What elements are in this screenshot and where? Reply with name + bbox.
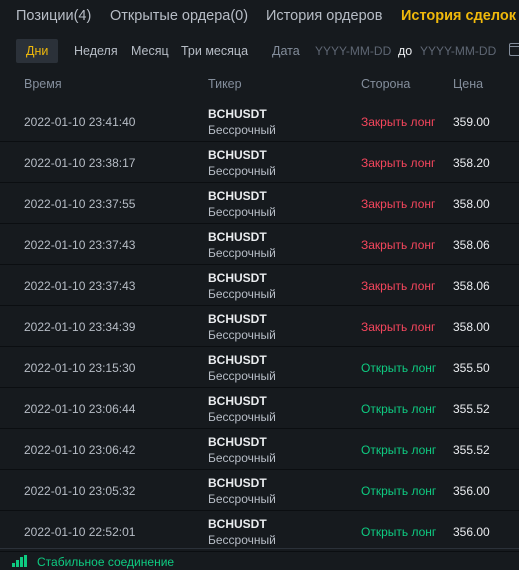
- trade-contract-type: Бессрочный: [208, 205, 276, 219]
- trade-symbol: BCHUSDT: [208, 189, 267, 203]
- trade-time: 2022-01-10 23:41:40: [24, 115, 136, 129]
- trade-contract-type: Бессрочный: [208, 328, 276, 342]
- trade-contract-type: Бессрочный: [208, 287, 276, 301]
- trade-side: Открыть лонг: [361, 443, 437, 457]
- trade-price: 355.50: [453, 361, 490, 375]
- trade-contract-type: Бессрочный: [208, 533, 276, 547]
- trade-time: 2022-01-10 22:52:01: [24, 525, 136, 539]
- trade-row: 2022-01-10 23:37:43 BCHUSDT Бессрочный Закр…: [0, 266, 519, 306]
- column-time: Время: [24, 77, 62, 91]
- trade-contract-type: Бессрочный: [208, 246, 276, 260]
- trade-price: 358.06: [453, 279, 490, 293]
- trade-symbol: BCHUSDT: [208, 271, 267, 285]
- trade-row: 2022-01-10 23:41:40 BCHUSDT Бессрочный Закр…: [0, 102, 519, 142]
- column-price: Цена: [453, 77, 484, 91]
- trade-time: 2022-01-10 23:06:44: [24, 402, 136, 416]
- trade-price: 359.00: [453, 115, 490, 129]
- trade-row: 2022-01-10 22:52:01 BCHUSDT Бессрочный Откр…: [0, 512, 519, 552]
- tab-trade-history[interactable]: История сделок: [401, 8, 516, 24]
- trade-time: 2022-01-10 23:05:32: [24, 484, 136, 498]
- signal-icon: [12, 555, 28, 567]
- trade-symbol: BCHUSDT: [208, 230, 267, 244]
- period-days-button[interactable]: Дни: [16, 39, 59, 63]
- trade-time: 2022-01-10 23:15:30: [24, 361, 136, 375]
- trade-side: Закрыть лонг: [361, 115, 436, 129]
- trade-price: 358.20: [453, 156, 490, 170]
- column-side: Сторона: [361, 77, 411, 91]
- trade-side: Закрыть лонг: [361, 197, 436, 211]
- trade-price: 358.06: [453, 238, 490, 252]
- trade-row: 2022-01-10 23:15:30 BCHUSDT Бессрочный Откр…: [0, 348, 519, 388]
- trade-side: Открыть лонг: [361, 484, 437, 498]
- period-month-button[interactable]: Месяц: [131, 39, 169, 63]
- date-label: Дата: [272, 44, 300, 58]
- trade-contract-type: Бессрочный: [208, 369, 276, 383]
- trade-side: Открыть лонг: [361, 361, 437, 375]
- trade-side: Закрыть лонг: [361, 279, 436, 293]
- tab-open-orders[interactable]: Открытые ордера(0): [110, 8, 248, 24]
- trade-price: 355.52: [453, 402, 490, 416]
- trade-time: 2022-01-10 23:34:39: [24, 320, 136, 334]
- trade-time: 2022-01-10 23:37:55: [24, 197, 136, 211]
- trade-symbol: BCHUSDT: [208, 148, 267, 162]
- trade-time: 2022-01-10 23:37:43: [24, 279, 136, 293]
- trade-time: 2022-01-10 23:38:17: [24, 156, 136, 170]
- date-separator: до: [398, 44, 413, 58]
- trade-row: 2022-01-10 23:37:43 BCHUSDT Бессрочный Закр…: [0, 225, 519, 265]
- trade-row: 2022-01-10 23:06:42 BCHUSDT Бессрочный Откр…: [0, 430, 519, 470]
- trade-symbol: BCHUSDT: [208, 517, 267, 531]
- trade-symbol: BCHUSDT: [208, 353, 267, 367]
- trade-contract-type: Бессрочный: [208, 123, 276, 137]
- trade-price: 358.00: [453, 197, 490, 211]
- trade-price: 356.00: [453, 484, 490, 498]
- trade-contract-type: Бессрочный: [208, 492, 276, 506]
- trade-side: Закрыть лонг: [361, 320, 436, 334]
- calendar-icon[interactable]: [509, 43, 519, 56]
- trade-time: 2022-01-10 23:37:43: [24, 238, 136, 252]
- trade-symbol: BCHUSDT: [208, 107, 267, 121]
- trade-symbol: BCHUSDT: [208, 435, 267, 449]
- table-header: Время Тикер Сторона Цена: [0, 68, 519, 102]
- date-to-input[interactable]: [420, 39, 500, 63]
- tab-order-history[interactable]: История ордеров: [266, 8, 382, 24]
- date-from-input[interactable]: [315, 39, 395, 63]
- column-ticker: Тикер: [208, 77, 242, 91]
- trade-row: 2022-01-10 23:38:17 BCHUSDT Бессрочный Закр…: [0, 143, 519, 183]
- trade-side: Закрыть лонг: [361, 238, 436, 252]
- trade-contract-type: Бессрочный: [208, 451, 276, 465]
- trade-price: 358.00: [453, 320, 490, 334]
- trade-side: Открыть лонг: [361, 402, 437, 416]
- trade-symbol: BCHUSDT: [208, 312, 267, 326]
- trade-price: 356.00: [453, 525, 490, 539]
- trade-symbol: BCHUSDT: [208, 476, 267, 490]
- trade-contract-type: Бессрочный: [208, 410, 276, 424]
- trade-side: Закрыть лонг: [361, 156, 436, 170]
- trade-row: 2022-01-10 23:34:39 BCHUSDT Бессрочный Закр…: [0, 307, 519, 347]
- status-bar: Стабильное соединение: [0, 548, 519, 570]
- trade-contract-type: Бессрочный: [208, 164, 276, 178]
- connection-status: Стабильное соединение: [37, 555, 175, 569]
- period-three-months-button[interactable]: Три месяца: [181, 39, 248, 63]
- period-week-button[interactable]: Неделя: [74, 39, 118, 63]
- tab-positions[interactable]: Позиции(4): [16, 8, 91, 24]
- tab-bar: Позиции(4) Открытые ордера(0) История ор…: [0, 0, 519, 34]
- trade-symbol: BCHUSDT: [208, 394, 267, 408]
- trade-row: 2022-01-10 23:05:32 BCHUSDT Бессрочный Откр…: [0, 471, 519, 511]
- trade-time: 2022-01-10 23:06:42: [24, 443, 136, 457]
- trade-price: 355.52: [453, 443, 490, 457]
- trade-row: 2022-01-10 23:06:44 BCHUSDT Бессрочный Откр…: [0, 389, 519, 429]
- trade-side: Открыть лонг: [361, 525, 437, 539]
- trade-row: 2022-01-10 23:37:55 BCHUSDT Бессрочный Закр…: [0, 184, 519, 224]
- filter-bar: Дни Неделя Месяц Три месяца Дата до: [0, 34, 519, 68]
